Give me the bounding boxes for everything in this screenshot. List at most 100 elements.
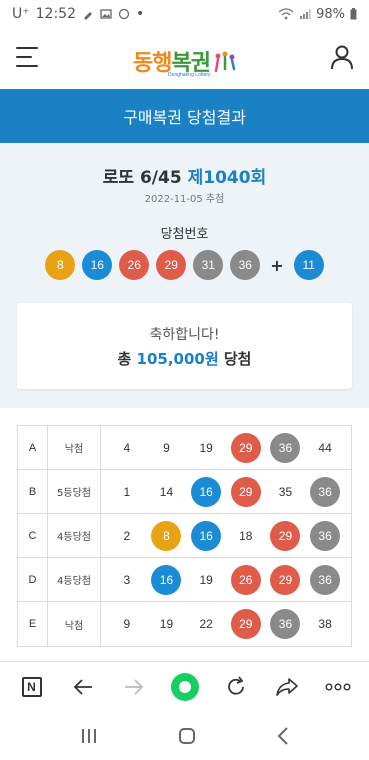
- winning-numbers: 8 16 26 29 31 36 +11: [0, 250, 369, 280]
- ticket-number: 1: [123, 484, 131, 499]
- matched-number: 29: [230, 476, 261, 507]
- logo-text-part1: 동행: [133, 51, 172, 76]
- round-number: 제1040회: [187, 168, 267, 188]
- logo-subtitle: Donghaeng Lottery: [168, 72, 211, 78]
- prize-card: 축하합니다! 총 105,000원 당첨: [17, 303, 352, 389]
- ticket-number: 18: [239, 528, 253, 543]
- refresh-button[interactable]: [219, 670, 253, 704]
- ticket-number: 22: [199, 617, 213, 631]
- browser-toolbar: N: [0, 661, 369, 711]
- game-name: 로또 6/45: [102, 168, 182, 188]
- winning-ball: 26: [119, 250, 150, 280]
- table-row: B 5등당첨 1 14 16 29 35 36: [18, 470, 351, 514]
- refresh-icon: [227, 675, 244, 695]
- ticket-rank: 5등당첨: [48, 470, 101, 513]
- ticket-letter: D: [18, 558, 48, 601]
- battery-percent: 98%: [316, 6, 345, 22]
- ticket-number: 9: [163, 440, 170, 455]
- green-dot-icon: [170, 672, 199, 701]
- ticket-letter: C: [18, 514, 48, 557]
- table-row: E 낙첨 9 19 22 29 36 38: [18, 602, 351, 646]
- matched-number: 16: [151, 564, 182, 595]
- ticket-number: 44: [318, 440, 332, 455]
- battery-icon: [350, 8, 357, 20]
- draw-date: 2022-11-05 추첨: [144, 194, 225, 205]
- green-dot-button[interactable]: [168, 670, 202, 704]
- menu-icon[interactable]: [16, 47, 38, 67]
- carrier-label: U⁺: [12, 6, 30, 22]
- matched-number: 29: [270, 520, 301, 551]
- prize-summary: 총 105,000원 당첨: [17, 348, 352, 369]
- page-title: 구매복권 당첨결과: [123, 108, 246, 127]
- matched-number: 36: [270, 609, 301, 639]
- ticket-numbers: 2 8 16 18 29 36: [101, 520, 351, 551]
- more-icon: [325, 683, 351, 690]
- status-bar: U⁺ 12:52 • 98%: [0, 0, 369, 28]
- ticket-number: 19: [199, 440, 213, 455]
- bonus-ball: 11: [293, 250, 324, 280]
- page-title-banner: 구매복권 당첨결과: [0, 89, 369, 143]
- winning-ball: 8: [45, 250, 76, 280]
- table-row: A 낙첨 4 9 19 29 36 44: [18, 426, 351, 470]
- ticket-letter: B: [18, 470, 48, 513]
- matched-number: 36: [310, 520, 341, 551]
- ticket-table: A 낙첨 4 9 19 29 36 44 B 5등당첨 1 14 16 29 35 36 C 4등당첨 2 8 16 18…: [17, 425, 352, 647]
- forward-button[interactable]: [117, 670, 151, 704]
- share-icon: [275, 677, 298, 696]
- winning-numbers-label: 당첨번호: [160, 227, 209, 242]
- naver-home-button[interactable]: N: [15, 670, 49, 704]
- back-button[interactable]: [66, 670, 100, 704]
- ticket-numbers: 1 14 16 29 35 36: [101, 476, 351, 507]
- ticket-number: 19: [199, 572, 213, 587]
- ticket-number: 19: [159, 617, 174, 631]
- time-label: 12:52: [35, 6, 76, 22]
- share-button[interactable]: [270, 670, 304, 704]
- ticket-rank: 4등당첨: [48, 514, 101, 557]
- android-nav-bar: [0, 711, 369, 760]
- paint-icon: [84, 12, 92, 20]
- bonus-plus-sign: +: [270, 255, 284, 275]
- matched-number: 8: [151, 520, 182, 551]
- matched-number: 29: [230, 609, 261, 639]
- prize-prefix: 총: [117, 350, 137, 368]
- signal-icon: [300, 9, 311, 19]
- home-icon[interactable]: [178, 727, 196, 745]
- ticket-number: 4: [123, 440, 131, 455]
- winning-ball: 36: [230, 250, 261, 280]
- ticket-rank: 낙첨: [48, 426, 101, 469]
- ticket-number: 2: [123, 528, 131, 543]
- ticket-number: 35: [278, 484, 293, 499]
- ticket-numbers: 4 9 19 29 36 44: [101, 432, 351, 463]
- table-row: D 4등당첨 3 16 19 26 29 36: [18, 558, 351, 602]
- ticket-number: 14: [159, 484, 174, 499]
- back-arrow-icon: [73, 678, 92, 695]
- more-button[interactable]: [321, 670, 355, 704]
- logo-figures-icon: [214, 51, 236, 73]
- user-icon[interactable]: [329, 44, 355, 70]
- prize-suffix: 당첨: [218, 350, 252, 368]
- ticket-numbers: 3 16 19 26 29 36: [101, 564, 351, 595]
- table-row: C 4등당첨 2 8 16 18 29 36: [18, 514, 351, 558]
- winning-ball: 29: [156, 250, 187, 280]
- matched-number: 16: [191, 476, 222, 507]
- matched-number: 36: [310, 564, 341, 595]
- back-nav-icon[interactable]: [277, 726, 289, 745]
- draw-title: 로또 6/45 제1040회: [0, 163, 369, 188]
- naver-home-icon: N: [21, 676, 42, 697]
- matched-number: 29: [270, 564, 301, 595]
- draw-result-section: 로또 6/45 제1040회 2022-11-05 추첨 당첨번호 8 16 26 2…: [0, 143, 369, 408]
- image-icon: [100, 9, 112, 19]
- chat-icon: [118, 8, 130, 20]
- app-header: 동행복권 Donghaeng Lottery: [0, 28, 369, 88]
- matched-number: 26: [230, 564, 261, 595]
- winning-ball: 31: [193, 250, 224, 280]
- ticket-rank: 4등당첨: [48, 558, 101, 601]
- wifi-icon: [278, 8, 294, 20]
- matched-number: 16: [191, 520, 222, 551]
- notification-dot: •: [136, 6, 145, 22]
- recent-apps-icon[interactable]: [80, 728, 98, 744]
- forward-arrow-icon: [124, 678, 143, 695]
- ticket-number: 9: [123, 617, 131, 631]
- ticket-rank: 낙첨: [48, 602, 101, 646]
- prize-amount: 105,000원: [136, 350, 219, 368]
